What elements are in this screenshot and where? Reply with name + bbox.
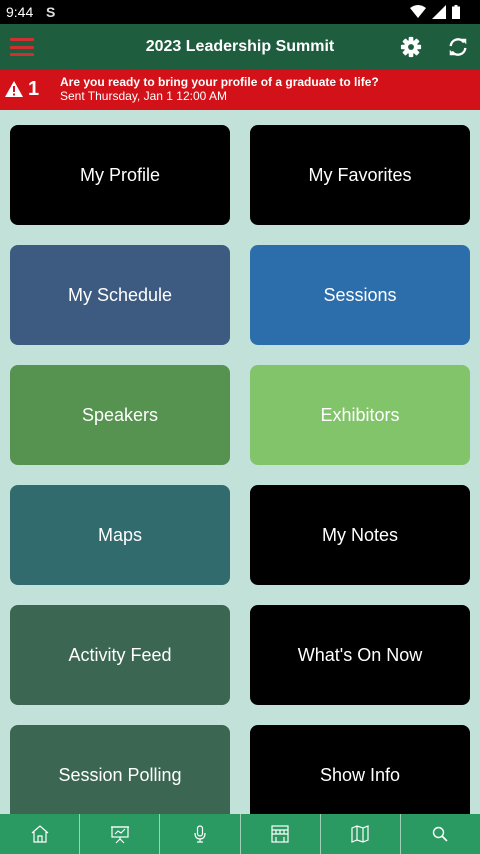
status-time: 9:44	[6, 4, 34, 20]
presentation-icon	[110, 826, 129, 844]
notification-icon: S	[46, 4, 56, 20]
tile-whats-on-now[interactable]: What's On Now	[250, 605, 470, 705]
alert-message: Are you ready to bring your profile of a…	[60, 75, 379, 89]
tab-exhibitors[interactable]	[241, 814, 321, 854]
tile-show-info[interactable]: Show Info	[250, 725, 470, 825]
tab-search[interactable]	[401, 814, 480, 854]
tile-session-polling[interactable]: Session Polling	[10, 725, 230, 825]
gear-icon[interactable]	[400, 36, 422, 58]
battery-icon	[452, 5, 460, 19]
hamburger-menu-icon[interactable]	[10, 38, 34, 56]
tile-maps[interactable]: Maps	[10, 485, 230, 585]
bottom-tab-bar	[0, 814, 480, 854]
alert-count: 1	[28, 78, 40, 100]
app-bar: 2023 Leadership Summit	[0, 24, 480, 70]
tab-home[interactable]	[0, 814, 81, 854]
tile-my-notes[interactable]: My Notes	[250, 485, 470, 585]
tile-activity-feed[interactable]: Activity Feed	[10, 605, 230, 705]
status-bar: 9:44 S	[0, 0, 480, 24]
home-icon	[31, 825, 48, 843]
tab-speakers[interactable]	[160, 814, 241, 854]
tile-my-schedule[interactable]: My Schedule	[10, 245, 230, 345]
tab-sessions[interactable]	[80, 814, 161, 854]
refresh-icon[interactable]	[447, 36, 469, 58]
cell-signal-icon	[432, 5, 446, 19]
alert-sent-time: Sent Thursday, Jan 1 12:00 AM	[60, 89, 227, 103]
tile-speakers[interactable]: Speakers	[10, 365, 230, 465]
warning-icon	[5, 81, 23, 97]
tile-my-profile[interactable]: My Profile	[10, 125, 230, 225]
wifi-icon	[410, 5, 426, 18]
tile-my-favorites[interactable]: My Favorites	[250, 125, 470, 225]
tab-maps[interactable]	[321, 814, 401, 854]
map-icon	[351, 825, 369, 843]
microphone-icon	[194, 825, 206, 843]
tile-sessions[interactable]: Sessions	[250, 245, 470, 345]
tile-exhibitors[interactable]: Exhibitors	[250, 365, 470, 465]
alert-banner[interactable]: 1 Are you ready to bring your profile of…	[0, 70, 480, 110]
search-icon	[433, 826, 449, 842]
status-icons	[410, 4, 460, 20]
exhibitor-booth-icon	[271, 825, 289, 843]
app-title: 2023 Leadership Summit	[145, 38, 335, 55]
